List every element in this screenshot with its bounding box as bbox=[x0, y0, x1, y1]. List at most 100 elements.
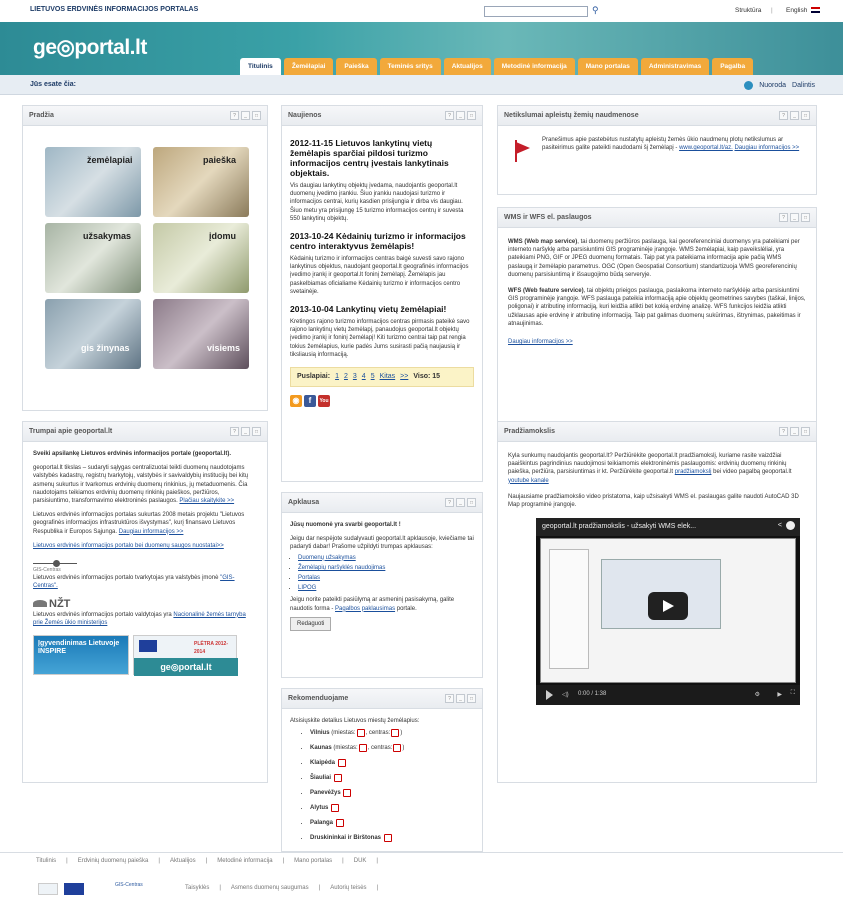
pdf-icon[interactable] bbox=[391, 728, 400, 737]
youtube-icon[interactable]: You bbox=[318, 395, 330, 408]
maximize-icon[interactable]: □ bbox=[467, 498, 476, 507]
site-logo[interactable]: ge◎portal.lt bbox=[33, 35, 147, 60]
help-icon[interactable]: ? bbox=[445, 694, 454, 703]
minimize-icon[interactable]: _ bbox=[456, 111, 465, 120]
maximize-icon[interactable]: □ bbox=[252, 111, 261, 120]
tab-metodine-informacija[interactable]: Metodinė informacija bbox=[493, 58, 575, 75]
poll-link[interactable]: LIPOG bbox=[298, 585, 316, 591]
poll-link[interactable]: Portalas bbox=[298, 575, 320, 581]
uk-flag-icon[interactable] bbox=[811, 7, 820, 13]
pdf-icon[interactable] bbox=[383, 833, 392, 842]
video-title[interactable]: geoportal.lt pradžiamokslis - užsakyti W… bbox=[542, 523, 696, 530]
search-input[interactable] bbox=[484, 6, 588, 17]
footer-link[interactable]: Mano portalas bbox=[294, 858, 332, 864]
last-page-link[interactable]: >> bbox=[400, 373, 408, 381]
share-icon[interactable]: < bbox=[778, 522, 782, 529]
pdf-icon[interactable] bbox=[358, 743, 367, 752]
footer-link[interactable]: Asmens duomenų saugumas bbox=[231, 885, 309, 891]
tile-maps[interactable]: žemėlapiai bbox=[45, 147, 141, 217]
edit-button[interactable]: Redaguoti bbox=[290, 616, 332, 632]
search-icon[interactable]: ⚲ bbox=[592, 5, 601, 15]
help-icon[interactable]: ? bbox=[445, 111, 454, 120]
minimize-icon[interactable]: _ bbox=[456, 694, 465, 703]
minimize-icon[interactable]: _ bbox=[790, 111, 799, 120]
tile-search[interactable]: paieška bbox=[153, 147, 249, 217]
more-info-link[interactable]: Daugiau informacijos >> bbox=[734, 145, 799, 151]
pdf-icon[interactable] bbox=[393, 743, 402, 752]
tab-paieska[interactable]: Paieška bbox=[336, 58, 377, 75]
poll-link[interactable]: Žemėlapių naršyklės naudojimas bbox=[298, 565, 385, 571]
share-button[interactable]: Dalintis bbox=[792, 82, 815, 89]
page-link[interactable]: 3 bbox=[353, 373, 357, 381]
news-heading[interactable]: 2013-10-24 Kėdainių turizmo ir informaci… bbox=[290, 231, 474, 251]
volume-icon[interactable]: ◁) bbox=[562, 691, 569, 698]
info-icon[interactable] bbox=[786, 521, 795, 530]
pdf-icon[interactable] bbox=[333, 773, 342, 782]
az-link[interactable]: www.geoportal.lt/az. bbox=[679, 145, 733, 151]
footer-link[interactable]: Titulinis bbox=[36, 858, 56, 864]
pdf-icon[interactable] bbox=[343, 788, 352, 797]
footer-link[interactable]: DUK bbox=[354, 858, 367, 864]
pdf-icon[interactable] bbox=[335, 818, 344, 827]
tile-everyone[interactable]: visiems bbox=[153, 299, 249, 369]
language-link[interactable]: English bbox=[786, 7, 807, 14]
help-icon[interactable]: ? bbox=[779, 213, 788, 222]
help-icon[interactable]: ? bbox=[445, 498, 454, 507]
facebook-icon[interactable]: f bbox=[304, 395, 316, 408]
maximize-icon[interactable]: □ bbox=[252, 427, 261, 436]
help-icon[interactable]: ? bbox=[779, 427, 788, 436]
help-request-link[interactable]: Pagalbos paklausimas bbox=[335, 606, 395, 612]
minimize-icon[interactable]: _ bbox=[790, 427, 799, 436]
settings-icon[interactable]: ⚙ bbox=[755, 691, 760, 698]
news-heading[interactable]: 2013-10-04 Lankytinų vietų žemėlapiai! bbox=[290, 304, 474, 314]
tab-temines-sritys[interactable]: Teminės sritys bbox=[379, 58, 441, 75]
poll-link[interactable]: Duomenų užsakymas bbox=[298, 555, 356, 561]
page-link[interactable]: 5 bbox=[371, 373, 375, 381]
tab-pagalba[interactable]: Pagalba bbox=[712, 58, 754, 75]
guide-link[interactable]: pradžiamokslį bbox=[675, 469, 712, 475]
inspire-banner[interactable]: Įgyvendinimas Lietuvoje INSPIRE bbox=[33, 635, 129, 676]
pdf-icon[interactable] bbox=[337, 758, 346, 767]
maximize-icon[interactable]: □ bbox=[467, 111, 476, 120]
tile-order[interactable]: užsakymas bbox=[45, 223, 141, 293]
maximize-icon[interactable]: □ bbox=[801, 213, 810, 222]
more-info-link[interactable]: Daugiau informacijos >> bbox=[119, 529, 184, 535]
minimize-icon[interactable]: _ bbox=[790, 213, 799, 222]
rss-icon[interactable]: ◉ bbox=[290, 395, 302, 408]
eu-banner[interactable]: PLĖTRA 2012-2014 ge◎portal.lt bbox=[133, 635, 238, 677]
regulations-link[interactable]: Lietuvos erdvinės informacijos portalo b… bbox=[33, 543, 224, 549]
footer-link[interactable]: Autorių teisės bbox=[330, 885, 366, 891]
footer-link[interactable]: Taisyklės bbox=[185, 885, 209, 891]
read-more-link[interactable]: Plačiau skaitykite >> bbox=[179, 498, 234, 504]
minimize-icon[interactable]: _ bbox=[241, 111, 250, 120]
pdf-icon[interactable] bbox=[331, 803, 340, 812]
youtube-channel-link[interactable]: youtube kanale bbox=[508, 478, 549, 484]
help-icon[interactable]: ? bbox=[230, 427, 239, 436]
help-icon[interactable]: ? bbox=[230, 111, 239, 120]
video-player[interactable]: geoportal.lt pradžiamokslis - užsakyti W… bbox=[536, 518, 800, 705]
tile-gis-guide[interactable]: gis žinynas bbox=[45, 299, 141, 369]
play-small-icon[interactable] bbox=[546, 690, 553, 700]
help-icon[interactable]: ? bbox=[779, 111, 788, 120]
page-link[interactable]: 4 bbox=[362, 373, 366, 381]
minimize-icon[interactable]: _ bbox=[456, 498, 465, 507]
footer-link[interactable]: Aktualijos bbox=[170, 858, 196, 864]
tile-interesting[interactable]: įdomu bbox=[153, 223, 249, 293]
more-info-link[interactable]: Daugiau informacijos >> bbox=[508, 339, 573, 345]
tab-titulinis[interactable]: Titulinis bbox=[240, 58, 281, 75]
structure-link[interactable]: Struktūra bbox=[735, 7, 761, 14]
news-heading[interactable]: 2012-11-15 Lietuvos lankytinų vietų žemė… bbox=[290, 138, 474, 178]
footer-link[interactable]: Erdvinių duomenų paieška bbox=[78, 858, 149, 864]
tab-zemelapiai[interactable]: Žemėlapiai bbox=[283, 58, 334, 75]
page-link[interactable]: 2 bbox=[344, 373, 348, 381]
maximize-icon[interactable]: □ bbox=[801, 111, 810, 120]
page-link[interactable]: 1 bbox=[335, 373, 339, 381]
link-button[interactable]: Nuoroda bbox=[759, 82, 786, 89]
footer-link[interactable]: Metodinė informacija bbox=[217, 858, 272, 864]
tab-aktualijos[interactable]: Aktualijos bbox=[443, 58, 491, 75]
fullscreen-icon[interactable]: ⛶ bbox=[791, 690, 795, 697]
maximize-icon[interactable]: □ bbox=[467, 694, 476, 703]
tab-administravimas[interactable]: Administravimas bbox=[640, 58, 710, 75]
next-page-link[interactable]: Kitas bbox=[380, 373, 396, 381]
youtube-logo-icon[interactable]: ▶ bbox=[777, 691, 782, 698]
